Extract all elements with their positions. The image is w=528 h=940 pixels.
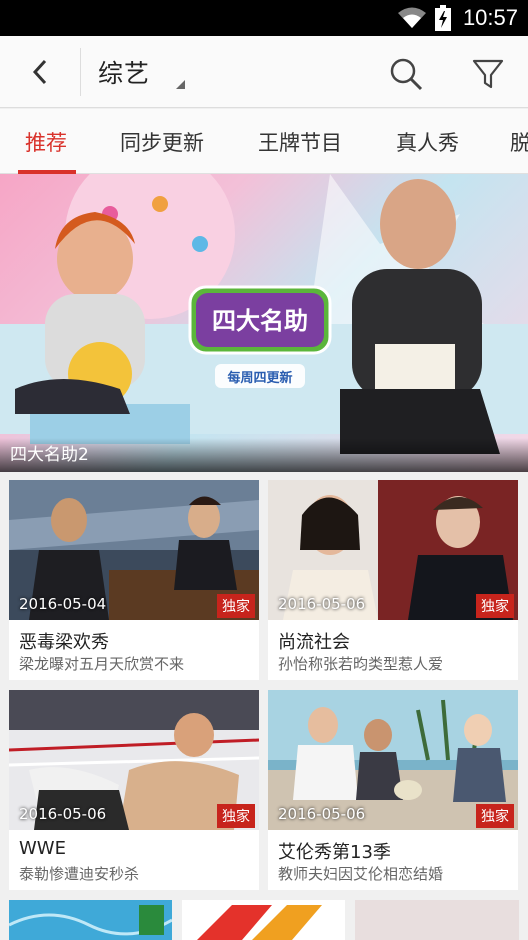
video-title: 恶毒梁欢秀 bbox=[19, 632, 109, 653]
tab-sync-update[interactable]: 同步更新 bbox=[120, 109, 204, 173]
filter-icon bbox=[472, 59, 504, 89]
divider bbox=[80, 48, 81, 96]
status-icons: 10:57 bbox=[397, 0, 518, 36]
tab-top-shows[interactable]: 王牌节目 bbox=[258, 109, 342, 173]
video-thumbnail[interactable] bbox=[9, 900, 172, 940]
video-date: 2016-05-06 bbox=[278, 595, 366, 613]
video-subtitle: 梁龙曝对五月天欣赏不来 bbox=[19, 655, 185, 673]
app-bar: 综艺 bbox=[0, 36, 528, 108]
exclusive-badge: 独家 bbox=[217, 804, 255, 828]
video-thumbnail[interactable] bbox=[182, 900, 345, 940]
video-thumbnail[interactable] bbox=[355, 900, 519, 940]
video-date: 2016-05-06 bbox=[278, 805, 366, 823]
banner-logo-text: 四大名助 bbox=[212, 307, 308, 335]
caret-down-icon bbox=[176, 80, 185, 89]
video-subtitle: 孙怡称张若昀类型惹人爱 bbox=[278, 655, 444, 673]
search-button[interactable] bbox=[382, 50, 430, 98]
video-date: 2016-05-04 bbox=[19, 595, 107, 613]
wifi-icon bbox=[397, 7, 426, 28]
back-button[interactable] bbox=[0, 36, 80, 108]
video-title: WWE bbox=[19, 838, 66, 859]
video-subtitle: 泰勒惨遭迪安秒杀 bbox=[19, 865, 140, 883]
banner-logo-subtext: 每周四更新 bbox=[227, 370, 292, 386]
video-title: 尚流社会 bbox=[278, 632, 350, 653]
battery-charging-icon bbox=[434, 5, 451, 31]
clock: 10:57 bbox=[462, 5, 518, 30]
video-card[interactable]: 2016-05-06 独家 尚流社会 孙怡称张若昀类型惹人爱 bbox=[268, 480, 518, 680]
video-card[interactable]: 2016-05-04 独家 恶毒梁欢秀 梁龙曝对五月天欣赏不来 bbox=[9, 480, 259, 680]
exclusive-badge: 独家 bbox=[476, 804, 514, 828]
status-bar: 10:57 bbox=[0, 0, 528, 36]
video-subtitle: 教师夫妇因艾伦相恋结婚 bbox=[278, 865, 444, 883]
video-card[interactable]: 2016-05-06 独家 艾伦秀第13季 教师夫妇因艾伦相恋结婚 bbox=[268, 690, 518, 890]
tab-reality-show[interactable]: 真人秀 bbox=[396, 109, 459, 173]
exclusive-badge: 独家 bbox=[476, 594, 514, 618]
back-arrow-icon bbox=[32, 59, 47, 85]
tab-bar: 推荐 同步更新 王牌节目 真人秀 脱 bbox=[0, 109, 528, 174]
video-card[interactable]: 2016-05-06 独家 WWE 泰勒惨遭迪安秒杀 bbox=[9, 690, 259, 890]
video-title: 艾伦秀第13季 bbox=[278, 842, 391, 863]
search-icon bbox=[390, 58, 423, 91]
tab-recommended[interactable]: 推荐 bbox=[25, 109, 67, 173]
exclusive-badge: 独家 bbox=[217, 594, 255, 618]
video-date: 2016-05-06 bbox=[19, 805, 107, 823]
banner-image: 四大名助 每周四更新 bbox=[0, 174, 528, 454]
banner-caption: 四大名助2 bbox=[0, 438, 528, 472]
filter-button[interactable] bbox=[464, 50, 512, 98]
category-dropdown[interactable]: 综艺 bbox=[98, 36, 150, 108]
category-label: 综艺 bbox=[98, 59, 151, 88]
tab-talk-show[interactable]: 脱 bbox=[510, 109, 528, 173]
featured-banner[interactable]: 四大名助 每周四更新 四大名助2 bbox=[0, 174, 528, 472]
